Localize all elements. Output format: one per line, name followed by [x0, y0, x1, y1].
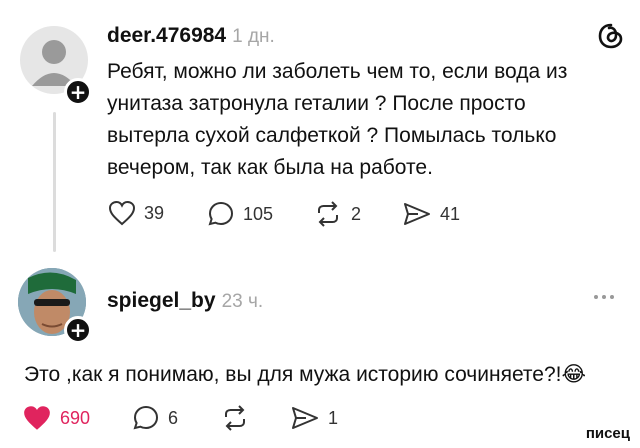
repost-icon [225, 405, 245, 431]
share-icon [404, 203, 430, 225]
thread-connector-line [53, 112, 56, 252]
threads-logo-icon[interactable] [597, 22, 625, 50]
comment-count: 105 [243, 203, 274, 224]
reply-header: spiegel_by 23 ч. [107, 289, 263, 313]
reply-text-row: Это ,как я понимаю, вы для мужа историю … [24, 358, 634, 391]
reply-comment-button[interactable]: 6 [132, 404, 178, 432]
post-header: deer.476984 1 дн. [107, 24, 275, 48]
reply-like-button[interactable]: 690 [22, 404, 90, 432]
laughing-emoji-icon: 😂 [561, 362, 587, 386]
heart-icon [108, 200, 136, 226]
like-count: 39 [144, 202, 165, 223]
share-button[interactable]: 41 [402, 200, 460, 228]
post-text: Ребят, можно ли заболеть чем то, если во… [107, 60, 568, 179]
repost-button[interactable]: 2 [313, 200, 361, 228]
follow-plus-icon[interactable]: + [64, 78, 92, 106]
reply-comment-count: 6 [168, 407, 179, 428]
reply-follow-plus-icon[interactable]: + [64, 316, 92, 344]
comment-icon [208, 201, 234, 226]
watermark: писец [585, 425, 630, 442]
comment-icon [133, 405, 159, 430]
repost-icon [318, 201, 338, 227]
repost-count: 2 [351, 203, 362, 224]
reply-text: Это ,как я понимаю, вы для мужа историю … [24, 363, 562, 386]
reply-timestamp: 23 ч. [221, 291, 264, 312]
reply-repost-button[interactable] [220, 404, 250, 432]
reply-share-button[interactable]: 1 [290, 404, 338, 432]
share-icon [292, 407, 318, 429]
share-count: 41 [440, 203, 461, 224]
heart-filled-icon [24, 406, 50, 430]
reply-like-count: 690 [60, 407, 91, 428]
like-button[interactable]: 39 [108, 200, 164, 226]
post-username[interactable]: deer.476984 [107, 24, 226, 47]
comment-button[interactable]: 105 [207, 200, 273, 228]
post-timestamp: 1 дн. [232, 26, 275, 47]
reply-username[interactable]: spiegel_by [107, 289, 216, 312]
more-icon[interactable] [594, 295, 614, 299]
reply-share-count: 1 [328, 407, 339, 428]
